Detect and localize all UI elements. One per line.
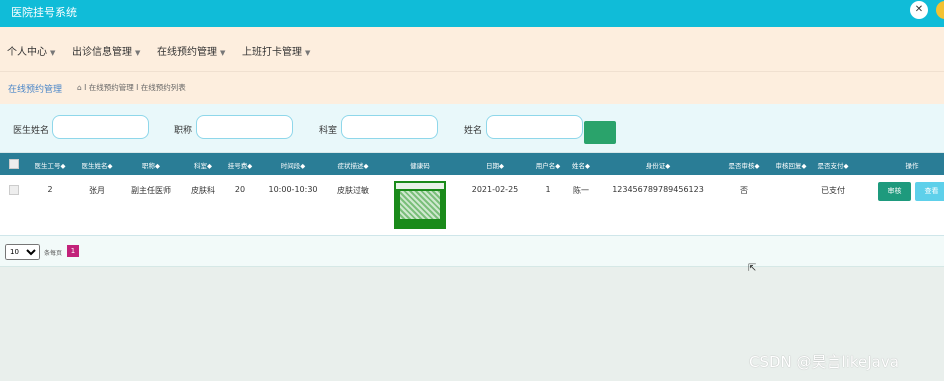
fullscreen-icon[interactable]: ✕ <box>910 1 928 19</box>
col-username[interactable]: 用户名◆ <box>536 160 561 170</box>
health-code-image <box>394 181 446 229</box>
audit-button[interactable]: 审核 <box>878 182 911 201</box>
per-page-label: 条每页 <box>44 250 63 257</box>
cell-id-card: 123456789789456123 <box>612 185 704 194</box>
search-label-title: 职称 <box>174 126 193 136</box>
name-input[interactable] <box>486 115 583 139</box>
menu-attendance-management[interactable]: 上班打卡管理 ▼ <box>242 43 310 58</box>
select-all-checkbox[interactable] <box>9 159 19 169</box>
menu-schedule-management[interactable]: 出诊信息管理 ▼ <box>72 43 140 58</box>
search-button[interactable] <box>584 121 616 144</box>
col-date[interactable]: 日期◆ <box>486 160 504 170</box>
search-bar: 医生姓名 职称 科室 姓名 <box>0 104 944 152</box>
pagination: 10 条每页 1 <box>0 236 944 267</box>
menu-bar: 个人中心 ▼ 出诊信息管理 ▼ 在线预约管理 ▼ 上班打卡管理 ▼ <box>0 27 944 72</box>
col-dept[interactable]: 科室◆ <box>194 160 212 170</box>
cell-symptom: 皮肤过敏 <box>337 186 369 195</box>
home-icon[interactable]: ⌂ <box>77 83 82 92</box>
app-title: 医院挂号系统 <box>11 6 77 19</box>
chevron-down-icon: ▼ <box>50 49 56 57</box>
col-fee[interactable]: 挂号费◆ <box>228 160 253 170</box>
col-time-slot[interactable]: 时间段◆ <box>281 160 306 170</box>
cell-reviewed: 否 <box>740 186 748 195</box>
cell-dept: 皮肤科 <box>191 186 215 195</box>
col-symptom[interactable]: 症状描述◆ <box>338 160 369 170</box>
cell-fee: 20 <box>234 185 246 194</box>
col-actions: 操作 <box>905 162 919 170</box>
col-reply[interactable]: 审核回复◆ <box>776 160 807 170</box>
page-size-select[interactable]: 10 <box>5 244 40 260</box>
col-title[interactable]: 职称◆ <box>142 160 160 170</box>
cell-username: 1 <box>545 185 551 194</box>
col-id-card[interactable]: 身份证◆ <box>646 160 671 170</box>
doctor-name-input[interactable] <box>52 115 149 139</box>
cell-time-slot: 10:00-10:30 <box>268 185 318 194</box>
title-input[interactable] <box>196 115 293 139</box>
top-bar: 医院挂号系统 ✕ <box>0 0 944 27</box>
cell-title: 副主任医师 <box>131 186 171 195</box>
cell-paid: 已支付 <box>821 186 845 195</box>
cell-doctor-no: 2 <box>47 185 53 194</box>
menu-appointment-management[interactable]: 在线预约管理 ▼ <box>157 43 225 58</box>
appointment-table: 医生工号◆ 医生姓名◆ 职称◆ 科室◆ 挂号费◆ 时间段◆ 症状描述◆ 健康码 … <box>0 152 944 236</box>
view-button[interactable]: 查看 <box>915 182 944 201</box>
cell-name: 陈一 <box>573 186 589 195</box>
col-paid[interactable]: 是否支付◆ <box>818 160 849 170</box>
page-button-current[interactable]: 1 <box>67 245 79 257</box>
chevron-down-icon: ▼ <box>305 49 311 57</box>
mouse-cursor-icon: ⇱ <box>748 263 757 274</box>
chevron-down-icon: ▼ <box>135 49 141 57</box>
cell-doctor-name: 张月 <box>89 186 105 195</box>
col-doctor-name[interactable]: 医生姓名◆ <box>82 160 113 170</box>
col-name[interactable]: 姓名◆ <box>572 160 590 170</box>
row-checkbox[interactable] <box>9 185 19 195</box>
chevron-down-icon: ▼ <box>220 49 226 57</box>
dept-input[interactable] <box>341 115 438 139</box>
col-doctor-no[interactable]: 医生工号◆ <box>35 160 66 170</box>
page-title: 在线预约管理 <box>8 85 63 95</box>
col-reviewed[interactable]: 是否审核◆ <box>729 160 760 170</box>
col-health-code: 健康码 <box>410 162 430 170</box>
menu-personal-center[interactable]: 个人中心 ▼ <box>7 43 55 58</box>
search-label-doctor-name: 医生姓名 <box>13 126 50 136</box>
avatar[interactable] <box>936 1 944 19</box>
cell-date: 2021-02-25 <box>471 185 519 194</box>
table-header: 医生工号◆ 医生姓名◆ 职称◆ 科室◆ 挂号费◆ 时间段◆ 症状描述◆ 健康码 … <box>0 153 944 175</box>
breadcrumb-path: ⌂ I 在线预约管理 I 在线预约列表 <box>77 83 186 92</box>
breadcrumb: 在线预约管理 ⌂ I 在线预约管理 I 在线预约列表 <box>0 72 944 104</box>
search-label-dept: 科室 <box>319 126 338 136</box>
search-label-name: 姓名 <box>464 126 483 136</box>
watermark: CSDN @昊言likeJava <box>749 353 899 371</box>
